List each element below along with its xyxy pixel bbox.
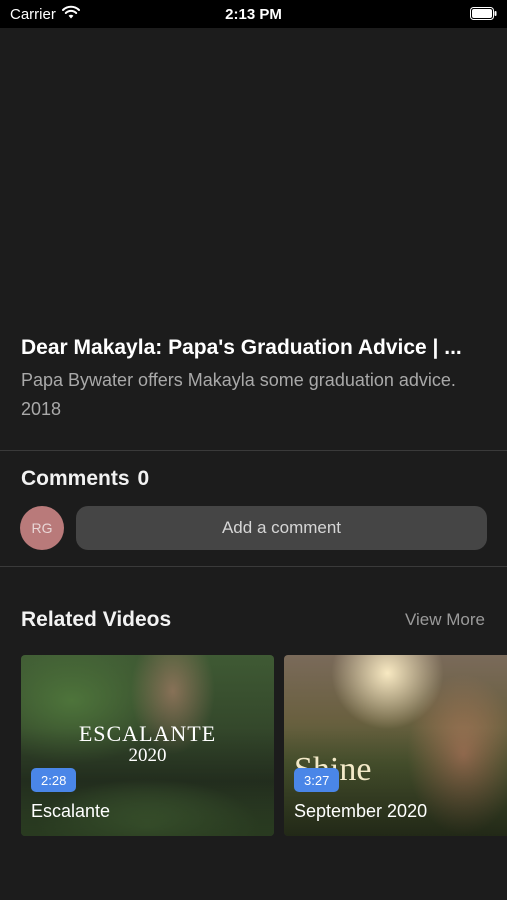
status-time: 2:13 PM	[225, 6, 282, 23]
comments-heading: Comments 0	[21, 467, 149, 491]
divider	[0, 450, 507, 451]
divider	[0, 566, 507, 567]
thumbnail-title-art: ESCALANTE 2020	[21, 723, 274, 767]
avatar[interactable]: RG	[20, 506, 64, 550]
comments-count: 0	[137, 467, 150, 490]
thumbnail-line-2: 2020	[128, 745, 167, 766]
video-description: Papa Bywater offers Makayla some graduat…	[21, 370, 456, 419]
view-more-link[interactable]: View More	[405, 610, 485, 630]
card-title: Escalante	[31, 801, 111, 821]
card-title: September 2020	[294, 801, 428, 821]
status-bar: Carrier 2:13 PM	[0, 0, 507, 28]
battery-icon	[470, 7, 497, 20]
thumbnail-line-1: ESCALANTE	[78, 721, 217, 746]
related-videos-heading: Related Videos	[21, 608, 172, 631]
comments-label: Comments	[21, 467, 130, 490]
duration-badge: 3:27	[294, 768, 340, 792]
duration-badge: 2:28	[31, 768, 77, 792]
video-player[interactable]	[0, 28, 507, 318]
related-video-card[interactable]: Shine 3:27 September 2020	[284, 655, 507, 836]
add-comment-button[interactable]: Add a comment	[76, 506, 487, 550]
video-title: Dear Makayla: Papa's Graduation Advice |…	[21, 336, 462, 359]
related-video-card[interactable]: ESCALANTE 2020 2:28 Escalante	[21, 655, 274, 836]
